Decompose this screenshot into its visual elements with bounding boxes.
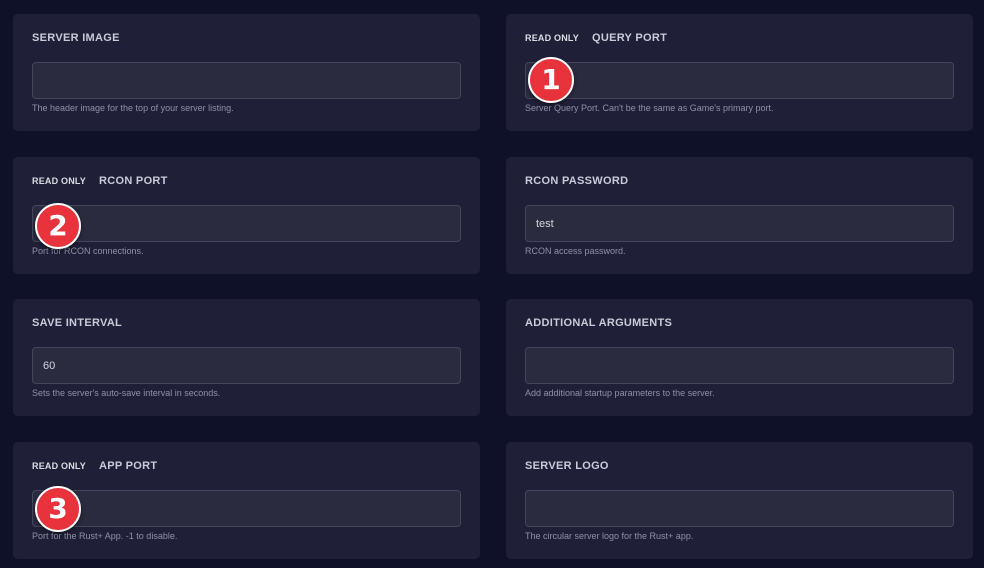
- additional-arguments-help: Add additional startup parameters to the…: [525, 388, 715, 398]
- app-port-help: Port for the Rust+ App. -1 to disable.: [32, 531, 178, 541]
- server-image-help: The header image for the top of your ser…: [32, 103, 234, 113]
- rcon-password-input[interactable]: test: [525, 205, 954, 242]
- rcon-password-help: RCON access password.: [525, 246, 626, 256]
- save-interval-card: SAVE INTERVAL 60 Sets the server's auto-…: [13, 299, 480, 416]
- rcon-port-card: READ ONLY RCON PORT Port for RCON connec…: [13, 157, 480, 274]
- read-only-badge: READ ONLY: [32, 176, 86, 186]
- additional-arguments-label-row: ADDITIONAL ARGUMENTS: [525, 316, 672, 330]
- rcon-port-input[interactable]: [32, 205, 461, 242]
- server-logo-label-row: SERVER LOGO: [525, 459, 609, 473]
- app-port-input[interactable]: [32, 490, 461, 527]
- step-marker-1: 1: [528, 57, 574, 103]
- app-port-label-row: READ ONLY APP PORT: [32, 459, 157, 473]
- app-port-card: READ ONLY APP PORT Port for the Rust+ Ap…: [13, 442, 480, 559]
- save-interval-label: SAVE INTERVAL: [32, 317, 123, 329]
- rcon-port-help: Port for RCON connections.: [32, 246, 144, 256]
- app-port-label: APP PORT: [98, 460, 158, 472]
- query-port-label-row: READ ONLY QUERY PORT: [525, 31, 667, 45]
- rcon-port-label-row: READ ONLY RCON PORT: [32, 174, 168, 188]
- additional-arguments-input[interactable]: [525, 347, 954, 384]
- server-logo-card: SERVER LOGO The circular server logo for…: [506, 442, 973, 559]
- server-logo-input[interactable]: [525, 490, 954, 527]
- additional-arguments-label: ADDITIONAL ARGUMENTS: [525, 317, 673, 329]
- server-image-input[interactable]: [32, 62, 461, 99]
- save-interval-label-row: SAVE INTERVAL: [32, 316, 122, 330]
- server-logo-label: SERVER LOGO: [525, 460, 609, 472]
- save-interval-input[interactable]: 60: [32, 347, 461, 384]
- read-only-badge: READ ONLY: [32, 461, 86, 471]
- step-marker-2: 2: [35, 203, 81, 249]
- server-image-label: SERVER IMAGE: [32, 32, 120, 44]
- server-logo-help: The circular server logo for the Rust+ a…: [525, 531, 694, 541]
- rcon-password-card: RCON PASSWORD test RCON access password.: [506, 157, 973, 274]
- read-only-badge: READ ONLY: [525, 33, 579, 43]
- save-interval-help: Sets the server's auto-save interval in …: [32, 388, 221, 398]
- server-image-card: SERVER IMAGE The header image for the to…: [13, 14, 480, 131]
- rcon-port-label: RCON PORT: [98, 175, 168, 187]
- step-marker-3: 3: [35, 486, 81, 532]
- server-image-label-row: SERVER IMAGE: [32, 31, 120, 45]
- query-port-card: READ ONLY QUERY PORT Server Query Port. …: [506, 14, 973, 131]
- additional-arguments-card: ADDITIONAL ARGUMENTS Add additional star…: [506, 299, 973, 416]
- rcon-password-label-row: RCON PASSWORD: [525, 174, 628, 188]
- query-port-help: Server Query Port. Can't be the same as …: [525, 103, 774, 113]
- query-port-label: QUERY PORT: [591, 32, 668, 44]
- query-port-input[interactable]: [525, 62, 954, 99]
- rcon-password-label: RCON PASSWORD: [525, 175, 629, 187]
